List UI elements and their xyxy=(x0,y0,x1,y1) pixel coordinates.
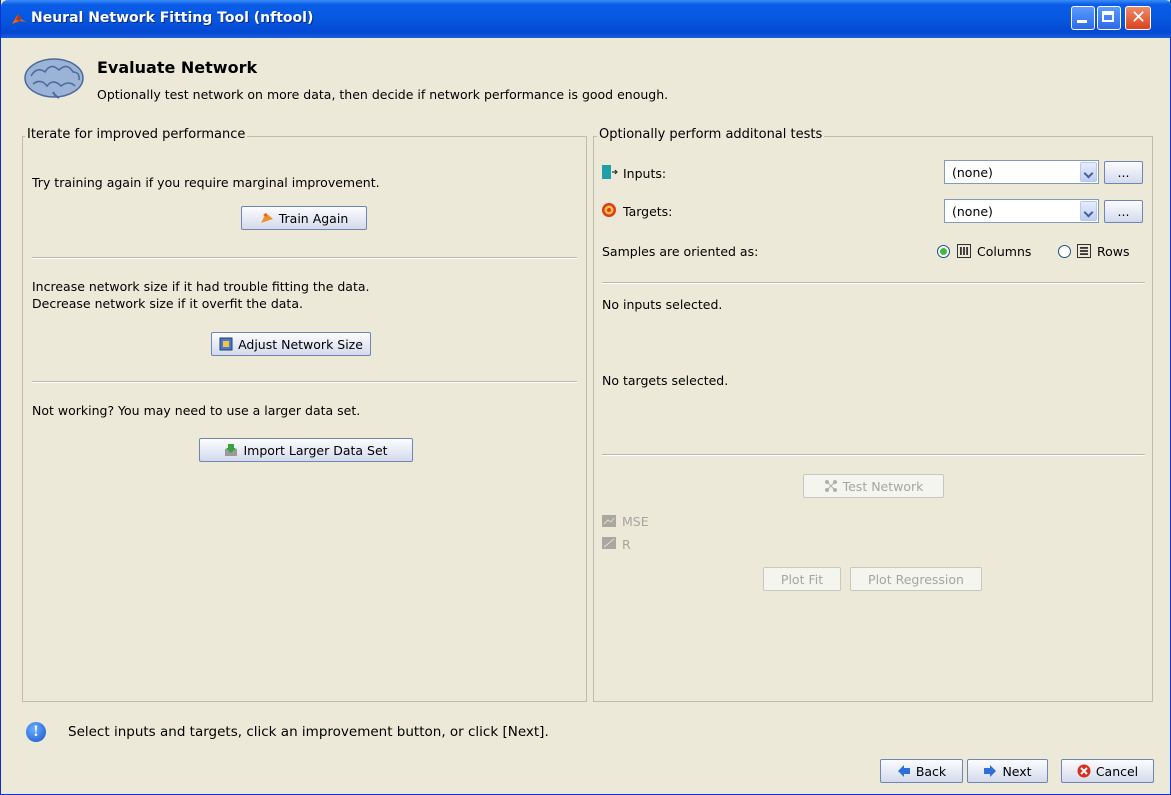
network-size-hint-2: Decrease network size if it overfit the … xyxy=(32,296,303,311)
test-network-label: Test Network xyxy=(842,478,924,494)
brain-icon xyxy=(24,58,84,99)
import-larger-data-label: Import Larger Data Set xyxy=(243,442,388,458)
chevron-down-icon[interactable] xyxy=(1080,201,1097,221)
train-again-label: Train Again xyxy=(278,210,349,226)
right-divider-1 xyxy=(602,282,1145,284)
close-button[interactable]: ✕ xyxy=(1125,6,1151,30)
next-label: Next xyxy=(1002,763,1032,779)
chevron-down-icon[interactable] xyxy=(1080,162,1097,182)
inputs-browse-label: ... xyxy=(1117,165,1130,180)
plot-regression-label: Plot Regression xyxy=(868,571,964,587)
rows-label[interactable]: Rows xyxy=(1097,244,1130,259)
targets-browse-button[interactable]: ... xyxy=(1104,200,1143,223)
mse-icon xyxy=(602,515,616,527)
targets-select-value: (none) xyxy=(952,204,993,219)
arrow-left-icon xyxy=(897,765,910,777)
cancel-label: Cancel xyxy=(1095,763,1139,779)
inputs-label: Inputs: xyxy=(623,166,667,181)
columns-icon xyxy=(957,244,971,258)
back-label: Back xyxy=(915,763,947,779)
page-title: Evaluate Network xyxy=(97,58,258,77)
window-title: Neural Network Fitting Tool (nftool) xyxy=(31,10,314,26)
larger-data-hint: Not working? You may need to use a large… xyxy=(32,403,361,418)
columns-radio[interactable] xyxy=(937,245,950,258)
rows-radio[interactable] xyxy=(1058,245,1071,258)
columns-label[interactable]: Columns xyxy=(977,244,1031,259)
train-again-button[interactable]: Train Again xyxy=(241,206,367,230)
inputs-icon xyxy=(602,165,618,179)
r-label: R xyxy=(622,537,631,552)
right-divider-2 xyxy=(602,454,1145,456)
targets-browse-label: ... xyxy=(1117,204,1130,219)
test-network-icon xyxy=(824,480,837,492)
network-size-icon xyxy=(219,337,233,351)
no-targets-status: No targets selected. xyxy=(602,373,729,388)
plot-fit-button[interactable]: Plot Fit xyxy=(763,567,841,591)
arrow-right-icon xyxy=(984,765,997,777)
orientation-label: Samples are oriented as: xyxy=(602,244,759,259)
cancel-icon xyxy=(1077,764,1091,778)
cancel-button[interactable]: Cancel xyxy=(1061,759,1154,783)
import-larger-data-button[interactable]: Import Larger Data Set xyxy=(199,438,413,462)
additional-tests-legend: Optionally perform additonal tests xyxy=(597,127,825,142)
import-data-icon xyxy=(225,444,238,456)
targets-label: Targets: xyxy=(623,204,673,219)
close-icon: ✕ xyxy=(1131,7,1147,28)
app-window: Neural Network Fitting Tool (nftool) ✕ E… xyxy=(0,0,1171,795)
rows-icon xyxy=(1077,244,1091,258)
left-divider-1 xyxy=(32,257,577,259)
info-icon: ! xyxy=(26,722,46,742)
r-icon xyxy=(602,537,616,549)
inputs-select-value: (none) xyxy=(952,165,993,180)
test-network-button[interactable]: Test Network xyxy=(803,474,944,498)
maximize-button[interactable] xyxy=(1097,6,1121,30)
targets-select[interactable]: (none) xyxy=(944,199,1099,223)
adjust-network-size-button[interactable]: Adjust Network Size xyxy=(211,332,371,356)
plot-fit-label: Plot Fit xyxy=(780,571,824,587)
status-message: Select inputs and targets, click an impr… xyxy=(68,724,549,740)
back-button[interactable]: Back xyxy=(880,759,963,783)
adjust-network-size-label: Adjust Network Size xyxy=(238,336,363,352)
no-inputs-status: No inputs selected. xyxy=(602,297,723,312)
matlab-logo-icon xyxy=(12,14,26,24)
train-again-hint: Try training again if you require margin… xyxy=(32,175,380,190)
page-subtitle: Optionally test network on more data, th… xyxy=(97,87,669,102)
network-size-hint-1: Increase network size if it had trouble … xyxy=(32,279,370,294)
minimize-icon xyxy=(1077,20,1087,23)
plot-regression-button[interactable]: Plot Regression xyxy=(850,567,982,591)
inputs-select[interactable]: (none) xyxy=(944,160,1099,184)
train-icon xyxy=(260,213,273,223)
minimize-button[interactable] xyxy=(1071,6,1095,30)
next-button[interactable]: Next xyxy=(967,759,1048,783)
targets-icon xyxy=(602,203,616,217)
mse-label: MSE xyxy=(622,514,649,529)
title-bar[interactable]: Neural Network Fitting Tool (nftool) ✕ xyxy=(1,0,1171,38)
iterate-panel-legend: Iterate for improved performance xyxy=(25,127,248,142)
inputs-browse-button[interactable]: ... xyxy=(1104,161,1143,184)
maximize-icon xyxy=(1102,11,1114,22)
left-divider-2 xyxy=(32,381,577,383)
